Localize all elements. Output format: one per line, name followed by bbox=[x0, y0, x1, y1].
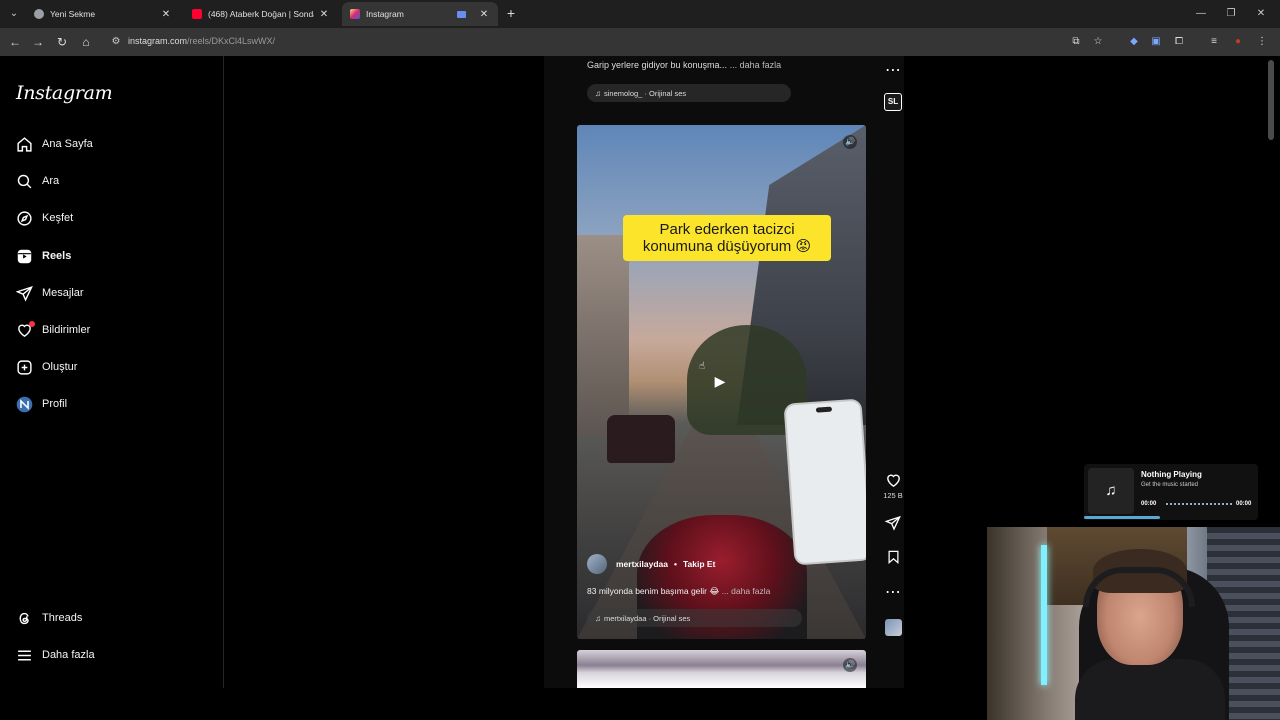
nav-search[interactable]: Ara bbox=[16, 169, 206, 193]
prev-reel-options-icon[interactable]: ⋯ bbox=[882, 61, 904, 79]
page-scrollbar[interactable] bbox=[1268, 60, 1274, 140]
prev-reel-more-link[interactable]: ... daha fazla bbox=[730, 60, 782, 70]
forward-icon[interactable]: → bbox=[30, 34, 46, 50]
volume-icon[interactable]: 🔊 bbox=[843, 658, 857, 672]
send-icon bbox=[882, 514, 904, 532]
webcam-overlay bbox=[987, 527, 1280, 720]
nav-messages[interactable]: Mesajlar bbox=[16, 281, 206, 305]
like-button[interactable]: 125 B bbox=[882, 471, 904, 500]
close-tab-icon[interactable]: ✕ bbox=[478, 9, 490, 20]
video-text-sticker: Park ederken tacizci konumuna düşüyorum … bbox=[623, 215, 831, 261]
tab-search-chevron-icon[interactable]: ⌄ bbox=[6, 6, 22, 22]
prev-reel-audio-thumbnail[interactable]: SL bbox=[884, 93, 902, 111]
browser-toolbar: ← → ↻ ⌂ ⚙ instagram.com/reels/DKxCl4LswW… bbox=[0, 28, 1280, 56]
bookmark-star-icon[interactable]: ☆ bbox=[1090, 34, 1106, 50]
browser-menu-icon[interactable]: ⋮ bbox=[1254, 34, 1270, 50]
address-bar[interactable]: ⚙ instagram.com/reels/DKxCl4LswWX/ bbox=[104, 31, 1116, 53]
phone-in-video bbox=[783, 398, 866, 566]
minimize-icon[interactable]: — bbox=[1193, 6, 1209, 22]
heart-icon bbox=[882, 471, 904, 489]
author-username[interactable]: mertxilaydaa bbox=[616, 559, 668, 569]
nav-more[interactable]: Daha fazla bbox=[16, 643, 206, 667]
reel-more-link[interactable]: ... daha fazla bbox=[722, 586, 771, 596]
nav-reels[interactable]: Reels bbox=[16, 244, 206, 268]
reel-audio[interactable]: ♫ mertxilaydaa · Orijinal ses bbox=[587, 609, 802, 627]
reload-icon[interactable]: ↻ bbox=[54, 34, 70, 50]
instagram-logo[interactable]: Instagram bbox=[16, 82, 113, 104]
reel-audio-thumbnail[interactable] bbox=[885, 619, 902, 636]
save-button[interactable] bbox=[882, 548, 904, 566]
sidebar: Instagram Ana Sayfa Ara Keşfet Reels Mes… bbox=[0, 56, 224, 688]
avatar-icon bbox=[16, 396, 33, 413]
share-button[interactable] bbox=[882, 514, 904, 532]
mouse-cursor-icon: ☝ bbox=[699, 361, 706, 372]
search-icon bbox=[16, 173, 33, 190]
compass-icon bbox=[16, 210, 33, 227]
home-icon bbox=[16, 136, 33, 153]
extension-icon[interactable]: ◆ bbox=[1126, 34, 1142, 50]
bookmark-icon bbox=[882, 548, 904, 566]
reel-author: mertxilaydaa • Takip Et bbox=[587, 554, 715, 574]
instagram-favicon-icon bbox=[350, 9, 360, 19]
nav-create[interactable]: Oluştur bbox=[16, 355, 206, 379]
tab-instagram[interactable]: Instagram ✕ bbox=[342, 2, 498, 26]
notification-dot bbox=[29, 320, 35, 327]
play-icon[interactable]: ▶ bbox=[711, 372, 729, 390]
close-tab-icon[interactable]: ✕ bbox=[160, 9, 172, 20]
translate-extension-icon[interactable]: ▣ bbox=[1148, 34, 1164, 50]
prev-reel-caption[interactable]: Garip yerlere gidiyor bu konuşma... ... … bbox=[587, 60, 781, 70]
url-text[interactable]: instagram.com/reels/DKxCl4LswWX/ bbox=[128, 36, 275, 46]
tab-youtube[interactable]: (468) Ataberk Doğan | Sonda d... ✕ bbox=[184, 2, 338, 26]
reel-options-icon[interactable]: ⋯ bbox=[882, 583, 904, 601]
tab-new-tab[interactable]: Yeni Sekme ✕ bbox=[26, 2, 180, 26]
heart-icon bbox=[16, 320, 35, 339]
prev-reel-audio[interactable]: ♫ sinemolog_ · Orijinal ses bbox=[587, 84, 791, 102]
music-widget[interactable]: ♫ Nothing Playing Get the music started … bbox=[1084, 464, 1258, 520]
close-tab-icon[interactable]: ✕ bbox=[318, 9, 330, 20]
nav-explore[interactable]: Keşfet bbox=[16, 206, 206, 230]
reel-caption[interactable]: 83 milyonda benim başıma gelir 😂 ... dah… bbox=[587, 586, 770, 597]
youtube-icon bbox=[192, 9, 202, 19]
tab-media-icon[interactable] bbox=[457, 10, 466, 18]
volume-icon[interactable]: 🔊 bbox=[843, 135, 857, 149]
profile-icon[interactable]: ● bbox=[1230, 34, 1246, 50]
music-note-icon: ♫ bbox=[595, 88, 601, 98]
chrome-icon bbox=[34, 9, 44, 19]
follow-button[interactable]: Takip Et bbox=[683, 559, 715, 569]
menu-icon bbox=[16, 647, 33, 664]
music-progress[interactable] bbox=[1166, 503, 1232, 507]
nav-profile[interactable]: Profil bbox=[16, 392, 206, 416]
music-note-icon: ♫ bbox=[1088, 468, 1134, 514]
next-reel-video[interactable]: 🔊 bbox=[577, 650, 866, 688]
site-info-icon[interactable]: ⚙ bbox=[110, 36, 122, 48]
like-count: 125 B bbox=[883, 491, 903, 500]
nav-home[interactable]: Ana Sayfa bbox=[16, 132, 206, 156]
back-icon[interactable]: ← bbox=[7, 34, 23, 50]
new-tab-plus-icon[interactable]: + bbox=[503, 5, 519, 21]
restore-icon[interactable]: ❐ bbox=[1223, 6, 1239, 22]
author-avatar[interactable] bbox=[587, 554, 607, 574]
media-controls-icon[interactable]: ≡ bbox=[1206, 34, 1222, 50]
home-page-icon[interactable]: ⌂ bbox=[78, 34, 94, 50]
threads-icon bbox=[16, 610, 33, 627]
reels-icon bbox=[16, 248, 33, 265]
browser-tab-bar: ⌄ Yeni Sekme ✕ (468) Ataberk Doğan | Son… bbox=[0, 0, 1280, 28]
nav-notifications[interactable]: Bildirimler bbox=[16, 318, 206, 342]
music-note-icon: ♫ bbox=[595, 613, 601, 623]
close-window-icon[interactable]: ✕ bbox=[1253, 6, 1269, 22]
extensions-puzzle-icon[interactable]: ⧠ bbox=[1171, 34, 1187, 50]
nav-threads[interactable]: Threads bbox=[16, 606, 206, 630]
send-icon bbox=[16, 285, 33, 302]
plus-square-icon bbox=[16, 359, 33, 376]
install-app-icon[interactable]: ⧉ bbox=[1068, 34, 1084, 50]
